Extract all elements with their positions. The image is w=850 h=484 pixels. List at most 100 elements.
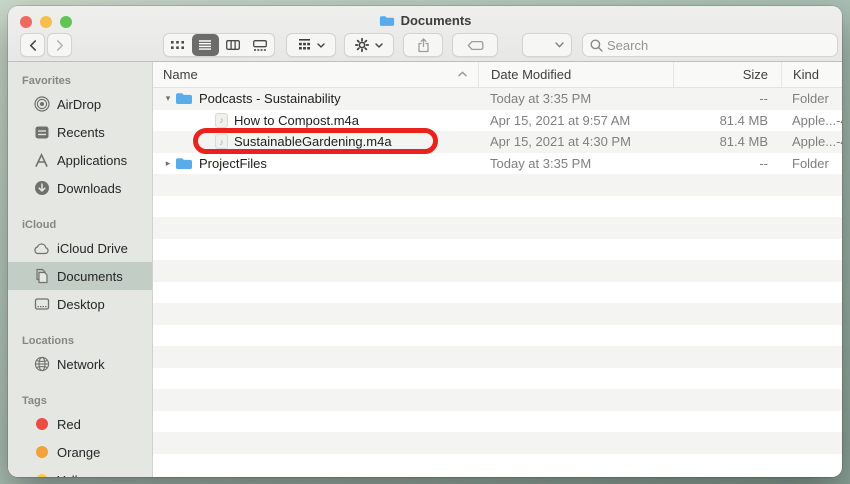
sidebar-section-header: Tags — [8, 392, 152, 410]
sidebar: Favorites AirDrop Recents Applications Downl… — [8, 62, 153, 477]
sidebar-section-header: Locations — [8, 332, 152, 350]
airdrop-icon — [33, 96, 50, 112]
list-row-empty — [153, 196, 842, 218]
sidebar-item-label: Desktop — [57, 297, 105, 312]
list-header: Name Date Modified Size Kind — [153, 62, 842, 88]
sidebar-item-label: iCloud Drive — [57, 241, 128, 256]
sidebar-item-airdrop[interactable]: AirDrop — [8, 90, 152, 118]
folder-icon — [175, 92, 193, 105]
share-button[interactable] — [403, 33, 443, 57]
sidebar-item-label: Yellow — [57, 473, 94, 478]
sidebar-item-orange[interactable]: Orange — [8, 438, 152, 466]
kind-cell: Apple...-4 — [781, 113, 842, 128]
sidebar-item-applications[interactable]: Applications — [8, 146, 152, 174]
list-row-empty — [153, 282, 842, 304]
file-name: How to Compost.m4a — [234, 113, 359, 128]
icloud-icon — [33, 242, 50, 255]
group-by-button[interactable] — [286, 33, 336, 57]
sidebar-item-recents[interactable]: Recents — [8, 118, 152, 146]
list-row[interactable]: ▾Podcasts - SustainabilityToday at 3:35 … — [153, 88, 842, 110]
gear-icon — [355, 38, 369, 52]
file-rows: ▾Podcasts - SustainabilityToday at 3:35 … — [153, 88, 842, 477]
list-row[interactable]: ♪SustainableGardening.m4aApr 15, 2021 at… — [153, 131, 842, 153]
sidebar-item-label: Documents — [57, 269, 123, 284]
disclosure-collapsed-icon[interactable]: ▸ — [161, 158, 175, 169]
column-header-size[interactable]: Size — [673, 62, 781, 87]
list-row-empty — [153, 325, 842, 347]
sidebar-item-desktop[interactable]: Desktop — [8, 290, 152, 318]
search-field[interactable] — [582, 33, 838, 57]
tag-dot — [33, 446, 50, 458]
list-row-empty — [153, 174, 842, 196]
column-header-date-modified[interactable]: Date Modified — [478, 62, 673, 87]
applications-icon — [33, 153, 50, 168]
toolbar-popup-button[interactable] — [522, 33, 572, 57]
list-row-empty — [153, 346, 842, 368]
search-input[interactable] — [607, 38, 837, 53]
sidebar-section-header: Favorites — [8, 72, 152, 90]
view-mode-segmented-control — [163, 33, 275, 57]
sidebar-item-label: Recents — [57, 125, 105, 140]
tag-icon — [467, 40, 484, 51]
desktop-background: Documents — [0, 0, 850, 484]
sidebar-item-downloads[interactable]: Downloads — [8, 174, 152, 202]
search-icon — [590, 39, 603, 52]
tag-dot — [33, 418, 50, 430]
list-view-button[interactable] — [192, 34, 220, 56]
sidebar-item-network[interactable]: Network — [8, 350, 152, 378]
sidebar-item-documents[interactable]: Documents — [8, 262, 152, 290]
size-cell: -- — [673, 91, 781, 106]
list-row[interactable]: ▸ ProjectFiles Today at 3:35 PM--Folder — [153, 153, 842, 175]
list-row[interactable]: ♪ How to Compost.m4a Apr 15, 2021 at 9:57 … — [153, 110, 842, 132]
sidebar-item-label: Orange — [57, 445, 100, 460]
kind-cell: Apple...-4 — [781, 134, 842, 149]
sidebar-item-label: Applications — [57, 153, 127, 168]
forward-button[interactable] — [47, 33, 72, 57]
sidebar-item-red[interactable]: Red — [8, 410, 152, 438]
recents-icon — [33, 125, 50, 140]
sidebar-section-header: iCloud — [8, 216, 152, 234]
list-row-empty — [153, 239, 842, 261]
tag-dot — [33, 474, 50, 477]
size-cell: -- — [673, 156, 781, 171]
titlebar[interactable]: Documents — [8, 6, 842, 62]
downloads-icon — [33, 180, 50, 196]
chevron-down-icon — [375, 43, 383, 48]
size-cell: 81.4 MB — [673, 113, 781, 128]
disclosure-expanded-icon[interactable]: ▾ — [161, 93, 175, 104]
list-row-empty — [153, 432, 842, 454]
icon-view-button[interactable] — [164, 34, 192, 56]
audio-file-icon: ♪ — [215, 113, 228, 128]
audio-file-icon: ♪ — [215, 134, 228, 149]
column-header-kind[interactable]: Kind — [781, 62, 842, 87]
column-view-button[interactable] — [219, 34, 247, 56]
kind-cell: Folder — [781, 156, 842, 171]
chevron-down-icon — [317, 43, 325, 48]
sort-ascending-icon — [458, 71, 467, 77]
list-row-empty — [153, 303, 842, 325]
finder-window: Documents — [8, 6, 842, 477]
list-row-empty — [153, 411, 842, 433]
list-row-empty — [153, 368, 842, 390]
sidebar-item-yellow[interactable]: Yellow — [8, 466, 152, 477]
file-list-pane: Name Date Modified Size Kind ▾Podcasts -… — [153, 62, 842, 477]
size-cell: 81.4 MB — [673, 134, 781, 149]
column-header-name[interactable]: Name — [153, 62, 478, 87]
file-name: ProjectFiles — [199, 156, 267, 171]
sidebar-item-label: Network — [57, 357, 105, 372]
date-modified-cell: Apr 15, 2021 at 9:57 AM — [478, 113, 673, 128]
date-modified-cell: Today at 3:35 PM — [478, 156, 673, 171]
list-row-empty — [153, 454, 842, 476]
tag-button[interactable] — [452, 33, 498, 57]
toolbar — [8, 33, 842, 57]
folder-icon — [379, 15, 395, 27]
sidebar-item-icloud-drive[interactable]: iCloud Drive — [8, 234, 152, 262]
back-button[interactable] — [20, 33, 45, 57]
window-title-text: Documents — [401, 13, 472, 28]
share-icon — [417, 38, 430, 53]
sidebar-item-label: AirDrop — [57, 97, 101, 112]
action-menu-button[interactable] — [344, 33, 394, 57]
window-title: Documents — [8, 13, 842, 28]
list-row-empty — [153, 217, 842, 239]
gallery-view-button[interactable] — [247, 34, 275, 56]
